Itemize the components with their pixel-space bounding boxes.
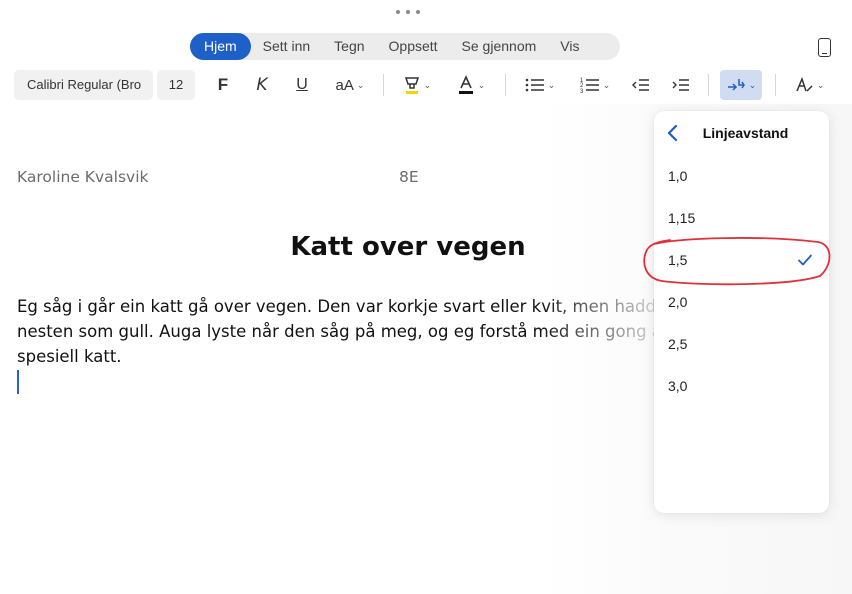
tab-hjem[interactable]: Hjem (190, 33, 251, 60)
line-spacing-button[interactable]: ⌄ (720, 70, 762, 100)
styles-button[interactable]: ⌄ (788, 70, 830, 100)
popover-title: Linjeavstand (702, 125, 789, 141)
chevron-down-icon: ⌄ (356, 79, 365, 90)
bold-button[interactable]: F (212, 70, 234, 100)
ribbon-tabs: Hjem Sett inn Tegn Oppsett Se gjennom Vi… (190, 33, 620, 60)
font-size-field[interactable]: 12 (157, 70, 195, 100)
font-color-button[interactable]: ⌄ (452, 70, 490, 100)
multitask-dots[interactable] (396, 6, 420, 18)
underline-button[interactable]: U (291, 70, 313, 100)
font-color-icon (458, 75, 473, 94)
styles-icon (796, 76, 813, 92)
chevron-down-icon: ⌄ (423, 79, 432, 90)
spacing-option-2-5[interactable]: 2,5 (654, 324, 829, 364)
spacing-option-3-0[interactable]: 3,0 (654, 366, 829, 406)
tab-oppsett[interactable]: Oppsett (377, 33, 450, 60)
formatting-toolbar: Calibri Regular (Bro 12 F K U aA ⌄ ⌄ ⌄ ⌄ … (0, 70, 852, 102)
highlight-button[interactable]: ⌄ (398, 70, 436, 100)
tab-se-gjennom[interactable]: Se gjennom (450, 33, 549, 60)
chevron-down-icon: ⌄ (547, 79, 556, 90)
document-class: 8E (399, 168, 419, 186)
bullets-icon (525, 78, 544, 92)
checkmark-icon (798, 254, 812, 266)
document-author: Karoline Kvalsvik (17, 168, 149, 186)
bullets-button[interactable]: ⌄ (521, 70, 559, 100)
numbering-button[interactable]: 123 ⌄ (576, 70, 614, 100)
text-size-label: aA (335, 76, 354, 94)
paragraph-line: nesten som gull. Auga lyste når den såg … (17, 322, 662, 341)
tab-sett-inn[interactable]: Sett inn (251, 33, 322, 60)
toolbar-divider (383, 74, 384, 96)
toolbar-divider (775, 74, 776, 96)
chevron-down-icon: ⌄ (602, 79, 611, 90)
tab-vis[interactable]: Vis (548, 33, 591, 60)
chevron-down-icon: ⌄ (816, 79, 825, 90)
chevron-down-icon: ⌄ (748, 79, 757, 90)
text-size-button[interactable]: aA ⌄ (330, 70, 370, 100)
spacing-option-1-5[interactable]: 1,5 (654, 240, 829, 280)
spacing-option-1-0[interactable]: 1,0 (654, 156, 829, 196)
document-body[interactable]: Eg såg i går ein katt gå over vegen. Den… (17, 294, 707, 369)
toolbar-divider (708, 74, 709, 96)
line-spacing-icon (727, 79, 745, 91)
increase-indent-icon (672, 79, 689, 91)
highlighter-icon (404, 77, 419, 94)
text-cursor (17, 370, 19, 394)
line-spacing-popover: Linjeavstand 1,0 1,15 1,5 2,0 2,5 3,0 (654, 111, 829, 513)
toolbar-divider (505, 74, 506, 96)
mobile-view-icon[interactable] (818, 38, 831, 57)
increase-indent-button[interactable] (670, 70, 692, 100)
italic-button[interactable]: K (251, 70, 273, 100)
svg-text:3: 3 (580, 89, 584, 94)
chevron-down-icon: ⌄ (477, 79, 486, 90)
tab-tegn[interactable]: Tegn (322, 33, 376, 60)
spacing-option-2-0[interactable]: 2,0 (654, 282, 829, 322)
decrease-indent-button[interactable] (630, 70, 652, 100)
font-name-field[interactable]: Calibri Regular (Bro (14, 70, 153, 100)
paragraph-line: spesiell katt. (17, 347, 122, 366)
spacing-option-label: 1,5 (668, 252, 688, 268)
decrease-indent-icon (632, 79, 649, 91)
numbering-icon: 123 (580, 78, 599, 94)
spacing-option-1-15[interactable]: 1,15 (654, 198, 829, 238)
paragraph-line: Eg såg i går ein katt gå over vegen. Den… (17, 297, 667, 316)
